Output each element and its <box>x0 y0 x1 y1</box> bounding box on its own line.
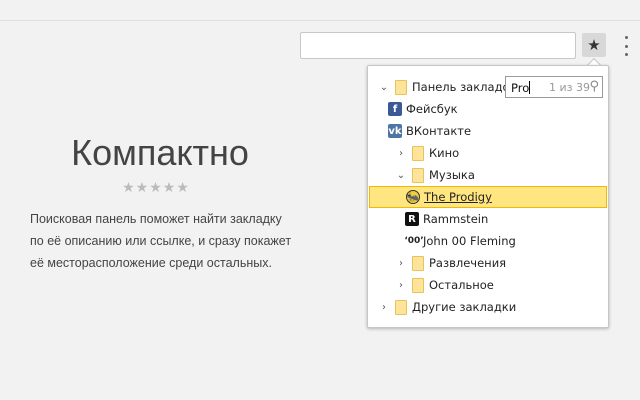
description-line: по её описанию или ссылке, и сразу покаж… <box>30 234 292 248</box>
star-icon: ★ <box>587 36 601 54</box>
bookmark-item[interactable]: › Развлечения <box>369 252 607 274</box>
folder-icon <box>412 167 424 183</box>
search-result-count: 1 из 39 <box>549 81 590 94</box>
bookmark-item[interactable]: ‘00’ John 00 Fleming <box>369 230 607 252</box>
bookmark-label: Фейсбук <box>406 102 458 116</box>
bookmark-label: Другие закладки <box>412 300 517 314</box>
address-bar[interactable] <box>300 32 576 59</box>
bookmark-star-button[interactable]: ★ <box>582 33 606 57</box>
dot-icon <box>624 44 628 48</box>
facebook-icon: f <box>388 102 402 116</box>
bookmark-search-input[interactable]: Pro 1 из 39 ⚲ <box>505 76 603 98</box>
search-icon: ⚲ <box>589 79 599 94</box>
prodigy-ant-icon: 🐜 <box>406 190 420 204</box>
vk-icon: vk <box>388 124 402 138</box>
dot-icon <box>624 36 628 39</box>
bookmark-label: Кино <box>429 146 460 160</box>
hero-description: Поисковая панель поможет найти закладку … <box>30 208 330 274</box>
bookmark-item[interactable]: › Кино <box>369 142 607 164</box>
bookmark-label: Остальное <box>429 278 494 292</box>
dot-icon <box>624 53 628 56</box>
bookmark-item[interactable]: vk ВКонтакте <box>369 120 607 142</box>
description-line: Поисковая панель поможет найти закладку <box>30 212 282 226</box>
chevron-right-icon[interactable]: › <box>396 258 406 269</box>
bookmark-item[interactable]: › Другие закладки <box>369 296 607 318</box>
bookmarks-popup: Pro 1 из 39 ⚲ ⌄ Панель закладок f Фейсбук vk… <box>367 65 609 328</box>
folder-icon <box>412 255 424 271</box>
hero-title: Компактно <box>71 132 249 173</box>
rating-stars: ★★★★★ <box>122 180 190 196</box>
toolbar-divider <box>0 20 640 21</box>
chevron-right-icon[interactable]: › <box>396 148 406 159</box>
bookmark-label: Панель закладок <box>412 80 517 94</box>
rammstein-icon: R <box>405 212 419 226</box>
john-00-fleming-icon: ‘00’ <box>404 236 424 246</box>
bookmark-item[interactable]: 🐜 The Prodigy <box>369 186 607 208</box>
bookmark-label: ВКонтакте <box>406 124 472 138</box>
chevron-down-icon[interactable]: ⌄ <box>396 170 406 181</box>
bookmark-label: The Prodigy <box>424 190 492 204</box>
bookmark-label: Музыка <box>429 168 475 182</box>
bookmark-label: Развлечения <box>429 256 507 270</box>
folder-icon <box>412 145 424 161</box>
chevron-down-icon[interactable]: ⌄ <box>379 82 389 93</box>
chevron-right-icon[interactable]: › <box>396 280 406 291</box>
bookmark-item[interactable]: ⌄ Музыка <box>369 164 607 186</box>
bookmark-label: John 00 Fleming <box>423 234 516 248</box>
description-line: её месторасположение среди остальных. <box>30 256 272 270</box>
menu-button[interactable] <box>620 36 632 56</box>
chevron-right-icon[interactable]: › <box>379 302 389 313</box>
bookmark-item[interactable]: R Rammstein <box>369 208 607 230</box>
bookmark-label: Rammstein <box>423 212 489 226</box>
folder-icon <box>395 79 407 95</box>
bookmark-item[interactable]: › Остальное <box>369 274 607 296</box>
folder-icon <box>412 277 424 293</box>
bookmark-item[interactable]: f Фейсбук <box>369 98 607 120</box>
folder-icon <box>395 299 407 315</box>
search-value: Pro <box>511 81 530 95</box>
